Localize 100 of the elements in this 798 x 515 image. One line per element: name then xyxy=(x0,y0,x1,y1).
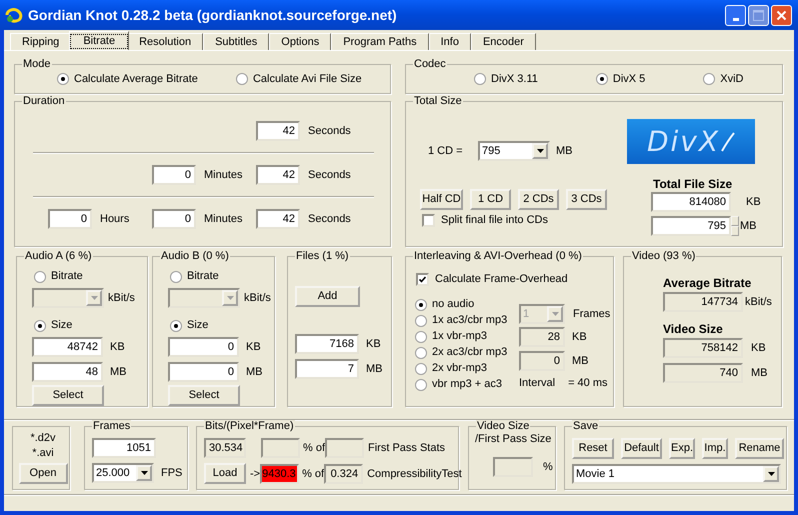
field-label: Frames xyxy=(573,307,610,321)
dropdown[interactable] xyxy=(168,288,240,308)
field-label: Minutes xyxy=(204,212,243,226)
field-label: = 40 ms xyxy=(568,376,608,390)
tab[interactable]: Encoder xyxy=(470,33,536,50)
radio-button[interactable]: no audio xyxy=(415,298,519,311)
caret-icon xyxy=(140,471,148,475)
checkbox[interactable]: Split final file into CDs xyxy=(422,214,626,227)
group-title: Video (93 %) xyxy=(631,250,696,262)
readout-field: 28 xyxy=(519,327,565,347)
group-title: Files (1 %) xyxy=(295,250,350,262)
radio-button[interactable]: 1x vbr-mp3 xyxy=(415,330,519,343)
push-button[interactable]: Half CD xyxy=(420,189,463,210)
field-label: MB xyxy=(246,365,262,379)
push-button[interactable]: Select xyxy=(32,385,104,406)
input-field[interactable]: 0 xyxy=(48,209,92,229)
group-title: Duration xyxy=(22,95,66,107)
radio-button[interactable]: Size xyxy=(34,319,147,332)
dropdown[interactable]: Movie 1 xyxy=(572,464,781,484)
input-field[interactable]: 0 xyxy=(152,209,196,229)
dropdown[interactable] xyxy=(32,288,104,308)
input-field[interactable]: 42 xyxy=(256,121,300,141)
field-label: Seconds xyxy=(308,168,351,182)
input-field[interactable]: 795 xyxy=(651,216,731,236)
push-button[interactable]: Load xyxy=(204,463,246,484)
field-label: KB xyxy=(572,330,587,344)
push-button[interactable]: Select xyxy=(168,385,240,406)
tab[interactable]: Program Paths xyxy=(331,33,429,50)
input-field[interactable]: 48742 xyxy=(32,337,103,357)
radio-button[interactable]: 1x ac3/cbr mp3 xyxy=(415,314,519,327)
input-field[interactable]: 1051 xyxy=(92,438,156,458)
tab[interactable]: Bitrate xyxy=(69,31,130,50)
input-field[interactable]: 814080 xyxy=(651,192,731,212)
radio-button[interactable]: vbr mp3 + ac3 xyxy=(415,378,519,391)
group-title: Total Size xyxy=(413,95,463,107)
group-title: Video Size xyxy=(476,420,530,432)
radio-button[interactable]: 2x vbr-mp3 xyxy=(415,362,519,375)
field-label: % xyxy=(543,460,553,474)
radio-button[interactable]: Calculate Average Bitrate xyxy=(57,72,198,86)
tab[interactable]: Subtitles xyxy=(203,33,270,50)
field-label: % of xyxy=(303,441,325,455)
close-button[interactable] xyxy=(771,4,792,26)
radio-button[interactable]: Bitrate xyxy=(34,270,147,283)
group-title: Bits/(Pixel*Frame) xyxy=(204,420,295,432)
radio-button[interactable]: DivX 5 xyxy=(596,72,646,86)
checkbox[interactable]: Calculate Frame-Overhead xyxy=(416,273,613,286)
input-field[interactable]: 48 xyxy=(32,362,103,382)
close-icon xyxy=(776,10,787,20)
radio-button[interactable]: Calculate Avi File Size xyxy=(236,72,362,86)
push-button[interactable]: Add xyxy=(295,286,360,307)
push-button[interactable]: Imp. xyxy=(702,438,728,459)
group-title: Mode xyxy=(22,58,52,70)
radio-button[interactable]: XviD xyxy=(703,72,744,86)
input-field[interactable]: 0 xyxy=(168,362,239,382)
field-label: KB xyxy=(110,340,125,354)
tab[interactable]: Resolution xyxy=(127,33,204,50)
push-button[interactable]: Exp. xyxy=(669,438,695,459)
radio-button[interactable]: Bitrate xyxy=(170,270,274,283)
input-field[interactable]: 42 xyxy=(256,209,300,229)
radio-button[interactable]: Size xyxy=(170,319,274,332)
field-label: Interval xyxy=(519,376,556,390)
field-label: MB xyxy=(556,144,572,158)
input-field[interactable]: 7168 xyxy=(295,334,359,354)
file-type-label: *.d2v xyxy=(29,431,56,446)
push-button[interactable]: 1 CD xyxy=(470,189,511,210)
push-button[interactable]: Open xyxy=(18,463,68,484)
group-title: Audio B (0 %) xyxy=(160,250,230,262)
field-label: 1 CD = xyxy=(427,144,464,158)
input-field[interactable]: 42 xyxy=(256,165,300,185)
radio-button[interactable]: DivX 3.11 xyxy=(474,72,538,86)
dropdown[interactable]: 25.000 xyxy=(92,463,154,483)
field-label: FPS xyxy=(161,466,182,480)
caret-icon xyxy=(90,296,98,300)
push-button[interactable]: Reset xyxy=(572,438,614,459)
tab[interactable]: Options xyxy=(269,33,332,50)
readout-field: 740 xyxy=(663,363,743,383)
radio-button[interactable]: 2x ac3/cbr mp3 xyxy=(415,346,519,359)
input-field[interactable]: 7 xyxy=(295,359,359,379)
input-field[interactable]: 0 xyxy=(152,165,196,185)
readout-field: 147734 xyxy=(663,292,743,312)
field-label: Seconds xyxy=(308,124,351,138)
minimize-button[interactable] xyxy=(725,4,746,26)
tab[interactable]: Ripping xyxy=(10,33,72,50)
spin-buttons[interactable] xyxy=(731,216,739,236)
push-button[interactable]: Rename xyxy=(735,438,784,459)
input-field[interactable]: 0 xyxy=(168,337,239,357)
field-label: Seconds xyxy=(308,212,351,226)
push-button[interactable]: Default xyxy=(621,438,662,459)
push-button[interactable]: 2 CDs xyxy=(518,189,559,210)
maximize-button[interactable] xyxy=(748,4,769,26)
tab[interactable]: Info xyxy=(428,33,471,50)
field-label: Hours xyxy=(100,212,130,226)
field-label: KB xyxy=(366,337,381,351)
checkbox-box[interactable] xyxy=(422,214,435,227)
readout-field xyxy=(493,457,533,477)
field-label: % of xyxy=(302,466,324,480)
dropdown[interactable]: 795 xyxy=(478,141,550,161)
group-title: Save xyxy=(572,420,600,432)
push-button[interactable]: 3 CDs xyxy=(566,189,607,210)
checkbox-box[interactable] xyxy=(416,273,429,286)
